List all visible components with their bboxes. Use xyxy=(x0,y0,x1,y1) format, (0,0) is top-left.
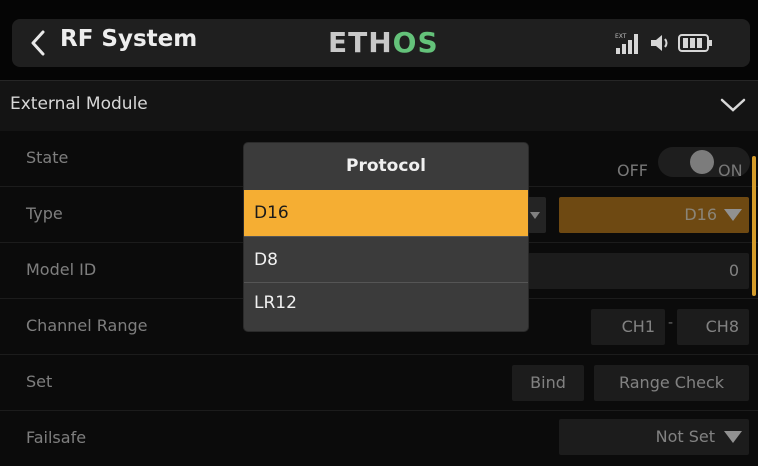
protocol-popup: Protocol D16 D8 LR12 xyxy=(244,143,528,331)
channel-end-value: CH8 xyxy=(705,317,739,336)
popup-title: Protocol xyxy=(346,156,426,176)
failsafe-label: Failsafe xyxy=(26,428,87,447)
channel-range-label: Channel Range xyxy=(26,316,148,335)
row-set: Set Bind Range Check xyxy=(0,355,758,411)
toggle-on-label: ON xyxy=(718,161,743,180)
signal-strength-icon: EXT xyxy=(615,33,638,54)
logo-text-left: ETH xyxy=(328,26,393,59)
model-id-value: 0 xyxy=(728,261,739,280)
triangle-down-icon xyxy=(530,212,540,219)
chevron-down-icon xyxy=(720,98,746,112)
range-check-label: Range Check xyxy=(618,373,724,392)
triangle-down-icon xyxy=(724,431,742,443)
triangle-down-icon xyxy=(724,209,742,221)
type-dropdown[interactable]: D16 xyxy=(559,197,749,233)
protocol-option-lr12[interactable]: LR12 xyxy=(244,282,528,328)
logo-text-right: OS xyxy=(392,26,439,59)
channel-start-value: CH1 xyxy=(621,317,655,336)
section-header-external-module[interactable]: External Module xyxy=(0,80,758,131)
back-button[interactable] xyxy=(24,25,52,61)
status-icons: EXT xyxy=(614,30,714,56)
state-label: State xyxy=(26,148,69,167)
range-check-button[interactable]: Range Check xyxy=(594,365,749,401)
option-label: D16 xyxy=(254,203,289,223)
channel-start-field[interactable]: CH1 xyxy=(591,309,665,345)
page-title: RF System xyxy=(60,26,198,52)
set-label: Set xyxy=(26,372,53,391)
bind-button-label: Bind xyxy=(530,373,566,392)
ethos-logo: ETHOS xyxy=(328,26,439,59)
toggle-off-label: OFF xyxy=(617,161,648,180)
channel-separator: - xyxy=(668,315,674,331)
model-id-label: Model ID xyxy=(26,260,97,279)
row-failsafe: Failsafe Not Set xyxy=(0,411,758,466)
option-label: D8 xyxy=(254,250,278,270)
protocol-option-d8[interactable]: D8 xyxy=(244,236,528,282)
type-secondary-dropdown[interactable] xyxy=(528,197,546,233)
model-id-field[interactable]: 0 xyxy=(528,253,749,289)
section-label: External Module xyxy=(10,94,148,114)
type-label: Type xyxy=(26,204,63,223)
battery-icon xyxy=(678,34,712,52)
scrollbar[interactable] xyxy=(752,156,756,296)
bind-button[interactable]: Bind xyxy=(512,365,584,401)
failsafe-dropdown[interactable]: Not Set xyxy=(559,419,749,455)
option-label: LR12 xyxy=(254,293,297,313)
channel-end-field[interactable]: CH8 xyxy=(677,309,749,345)
protocol-option-d16[interactable]: D16 xyxy=(244,190,528,236)
chevron-left-icon xyxy=(31,30,45,56)
ext-label-icon: EXT xyxy=(615,33,627,40)
type-value: D16 xyxy=(684,205,717,224)
failsafe-value: Not Set xyxy=(655,427,715,446)
speaker-icon xyxy=(651,35,668,51)
toggle-knob xyxy=(690,150,714,174)
title-bar: RF System ETHOS EXT xyxy=(0,0,758,80)
